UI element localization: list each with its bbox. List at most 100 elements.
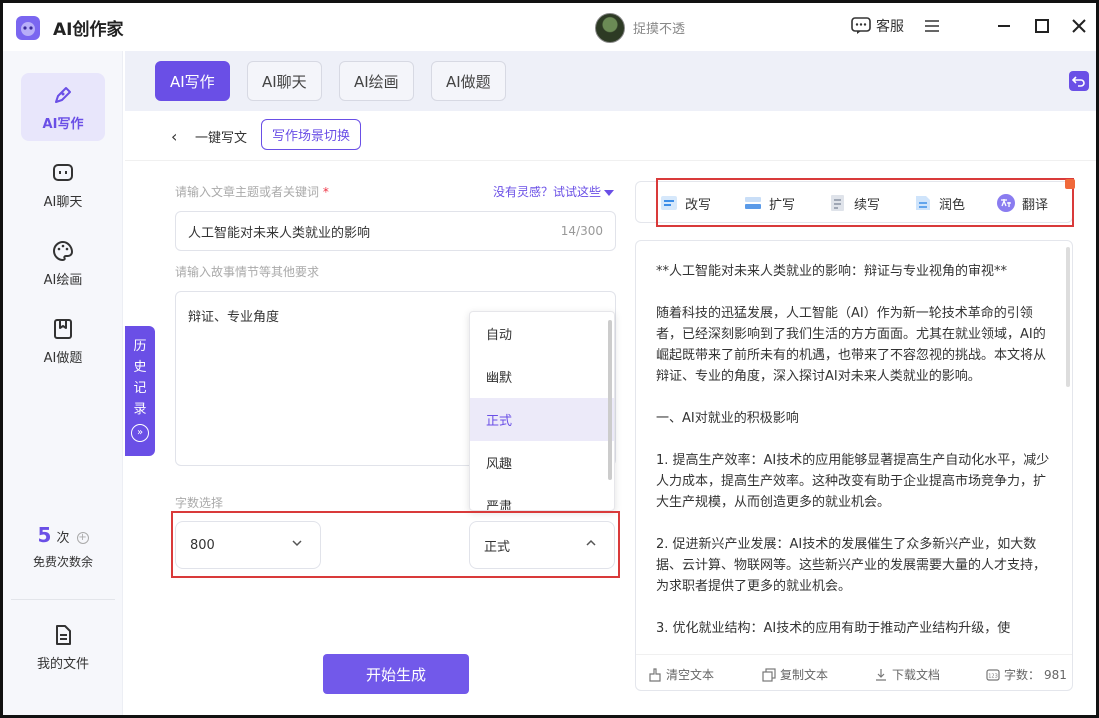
app-title: AI创作家 xyxy=(53,20,124,40)
svg-text:123: 123 xyxy=(988,673,998,679)
tab-ai-painting[interactable]: AI绘画 xyxy=(339,61,414,101)
translate-icon xyxy=(997,194,1015,212)
free-credits: 5 次 + 免费次数余 xyxy=(3,523,123,570)
counter-icon: 123 xyxy=(986,668,1000,681)
article-paragraph: 一、AI对就业的积极影响 xyxy=(656,411,799,426)
inspiration-text: 没有灵感？试试这些 xyxy=(493,185,602,199)
history-char: 历 xyxy=(133,339,147,354)
maximize-icon xyxy=(1035,19,1049,33)
title-bar: AI创作家 捉摸不透 客服 xyxy=(3,3,1096,51)
history-char: 记 xyxy=(133,381,147,396)
tone-option-selected[interactable]: 正式 xyxy=(470,398,614,441)
topic-char-count: 14/300 xyxy=(560,224,603,238)
topic-input[interactable]: 人工智能对未来人类就业的影响 14/300 xyxy=(175,211,616,251)
sidebar-item-ai-painting[interactable]: AI绘画 xyxy=(21,229,105,297)
chat-bubble-icon xyxy=(851,17,871,34)
tool-label: 改写 xyxy=(685,197,712,213)
generate-button[interactable]: 开始生成 xyxy=(323,654,469,694)
mode-tabs: AI写作 AI聊天 AI绘画 AI做题 xyxy=(125,51,1096,111)
chat-icon xyxy=(53,163,73,181)
sidebar-item-ai-quiz[interactable]: AI做题 xyxy=(21,307,105,375)
broom-icon xyxy=(649,667,661,682)
clear-text-label: 清空文本 xyxy=(666,668,715,682)
credits-count: 5 xyxy=(37,523,52,547)
app-logo-icon xyxy=(16,16,40,40)
tone-value: 正式 xyxy=(484,539,511,555)
rewrite-icon xyxy=(661,196,677,210)
app-window: AI创作家 捉摸不透 客服 AI写作 AI聊天 AI绘画 AI做题 5 次 + … xyxy=(0,0,1099,718)
copy-text-button[interactable]: 复制文本 xyxy=(762,666,828,683)
tone-option[interactable]: 自动 xyxy=(470,312,614,355)
story-value: 辩证、专业角度 xyxy=(188,310,280,325)
customer-service-button[interactable]: 客服 xyxy=(851,16,904,36)
polish-tool[interactable]: 润色 xyxy=(913,193,965,213)
sidebar-item-label: AI聊天 xyxy=(43,194,83,210)
word-count-value: 981 xyxy=(1044,667,1067,682)
download-icon xyxy=(876,668,886,681)
word-count-select[interactable]: 800 xyxy=(175,521,321,569)
clear-text-button[interactable]: 清空文本 xyxy=(648,666,714,683)
return-button[interactable] xyxy=(1069,71,1089,91)
dropdown-scrollbar[interactable] xyxy=(608,320,612,480)
sidebar-item-ai-chat[interactable]: AI聊天 xyxy=(21,151,105,219)
sidebar-item-my-files[interactable]: 我的文件 xyxy=(21,613,105,681)
add-credits-icon[interactable]: + xyxy=(76,531,89,544)
required-mark: * xyxy=(322,185,329,199)
chevron-down-icon xyxy=(292,540,302,547)
hamburger-icon xyxy=(925,20,939,32)
word-count-label: 字数： xyxy=(1004,668,1041,682)
story-label: 请输入故事情节等其他要求 xyxy=(175,265,320,279)
menu-button[interactable] xyxy=(921,15,943,37)
tab-ai-chat[interactable]: AI聊天 xyxy=(247,61,322,101)
tone-option[interactable]: 严肃 xyxy=(470,484,614,510)
polish-icon xyxy=(916,196,930,210)
translate-tool[interactable]: 翻译 xyxy=(996,193,1048,213)
copy-text-label: 复制文本 xyxy=(780,668,829,682)
expand-text-icon xyxy=(745,197,761,209)
expand-icon: » xyxy=(131,424,149,442)
bookmark-icon xyxy=(54,318,72,339)
palette-icon xyxy=(53,240,74,261)
download-label: 下载文档 xyxy=(892,668,941,682)
rewrite-tool[interactable]: 改写 xyxy=(659,193,711,213)
sidebar-item-label: AI写作 xyxy=(42,116,84,132)
tool-label: 扩写 xyxy=(769,197,796,213)
avatar[interactable] xyxy=(595,13,625,43)
tone-select[interactable]: 正式 xyxy=(469,521,615,569)
back-arrow-icon[interactable]: ‹ xyxy=(171,127,177,146)
sidebar: AI写作 AI聊天 AI绘画 AI做题 5 次 + 免费次数余 我的文件 xyxy=(3,51,123,715)
article-paragraph: 3. 优化就业结构：AI技术的应用有助于推动产业结构升级，使 xyxy=(656,621,1011,636)
caret-down-icon xyxy=(604,189,615,196)
history-char: 录 xyxy=(133,402,147,417)
history-tab[interactable]: 历 史 记 录 » xyxy=(125,326,155,456)
chevron-up-icon xyxy=(586,539,596,546)
pen-icon xyxy=(55,86,71,103)
tone-dropdown-menu: 自动 幽默 正式 风趣 严肃 xyxy=(469,311,615,511)
minimize-icon xyxy=(998,25,1010,27)
expand-tool[interactable]: 扩写 xyxy=(743,193,795,213)
sidebar-item-label: AI绘画 xyxy=(43,272,83,288)
minimize-button[interactable] xyxy=(993,15,1015,37)
switch-scene-button[interactable]: 写作场景切换 xyxy=(261,119,362,150)
continue-icon xyxy=(831,195,844,211)
article-body[interactable]: **人工智能对未来人类就业的影响：辩证与专业视角的审视** 随着科技的迅猛发展，… xyxy=(656,261,1051,653)
close-button[interactable] xyxy=(1068,15,1090,37)
article-panel: **人工智能对未来人类就业的影响：辩证与专业视角的审视** 随着科技的迅猛发展，… xyxy=(635,240,1073,691)
history-char: 史 xyxy=(133,360,147,375)
sidebar-item-label: 我的文件 xyxy=(36,656,89,672)
continue-tool[interactable]: 续写 xyxy=(828,193,880,213)
sidebar-divider xyxy=(11,599,115,600)
topic-label: 请输入文章主题或者关键词 * xyxy=(175,183,329,200)
badge-icon xyxy=(1065,179,1075,189)
user-name[interactable]: 捉摸不透 xyxy=(633,18,685,37)
sidebar-item-ai-writing[interactable]: AI写作 xyxy=(21,73,105,141)
article-paragraph: **人工智能对未来人类就业的影响：辩证与专业视角的审视** xyxy=(656,264,1008,279)
download-button[interactable]: 下载文档 xyxy=(874,666,940,683)
inspiration-link[interactable]: 没有灵感？试试这些 xyxy=(493,183,615,200)
tab-ai-quiz[interactable]: AI做题 xyxy=(431,61,506,101)
tone-option[interactable]: 幽默 xyxy=(470,355,614,398)
tone-option[interactable]: 风趣 xyxy=(470,441,614,484)
maximize-button[interactable] xyxy=(1031,15,1053,37)
tab-ai-writing[interactable]: AI写作 xyxy=(155,61,230,101)
article-scrollbar[interactable] xyxy=(1066,247,1070,387)
